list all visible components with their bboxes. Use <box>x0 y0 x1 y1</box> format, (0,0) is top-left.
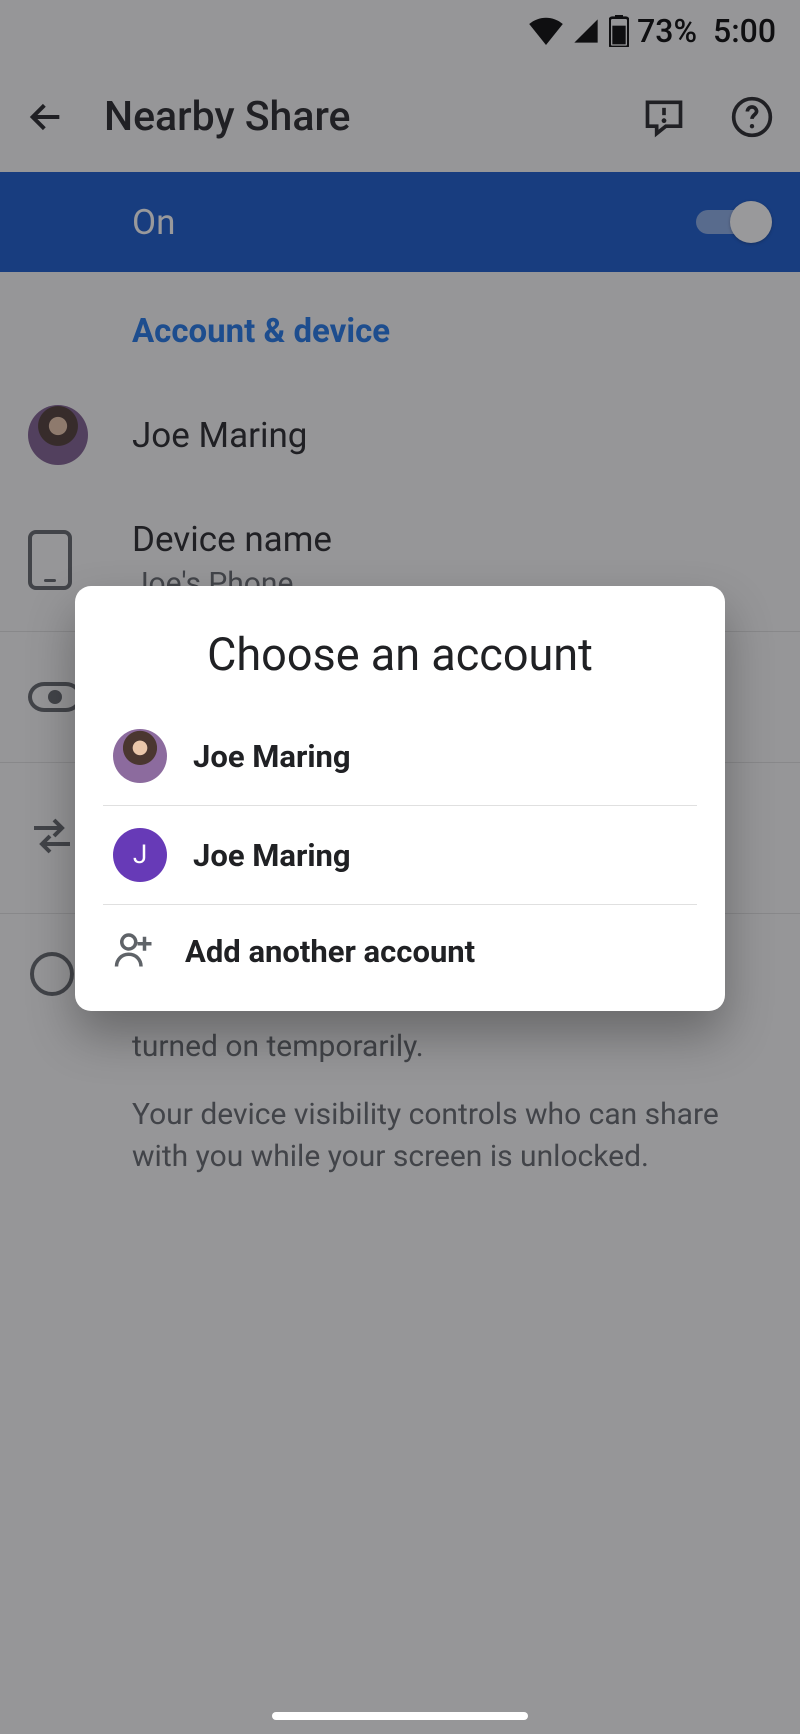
avatar-initial: J <box>113 828 167 882</box>
account-option-name: Joe Maring <box>193 837 351 874</box>
account-option-name: Joe Maring <box>193 738 351 775</box>
account-option-1[interactable]: Joe Maring <box>75 707 725 805</box>
dialog-title: Choose an account <box>75 628 725 681</box>
navigation-handle[interactable] <box>272 1712 528 1720</box>
avatar <box>113 729 167 783</box>
screen: 73% 5:00 Nearby Share On Account & devic… <box>0 0 800 1734</box>
person-add-icon <box>113 931 161 971</box>
account-option-2[interactable]: J Joe Maring <box>75 806 725 904</box>
add-account-button[interactable]: Add another account <box>75 905 725 977</box>
choose-account-dialog: Choose an account Joe Maring J Joe Marin… <box>75 586 725 1011</box>
add-account-label: Add another account <box>185 933 475 970</box>
